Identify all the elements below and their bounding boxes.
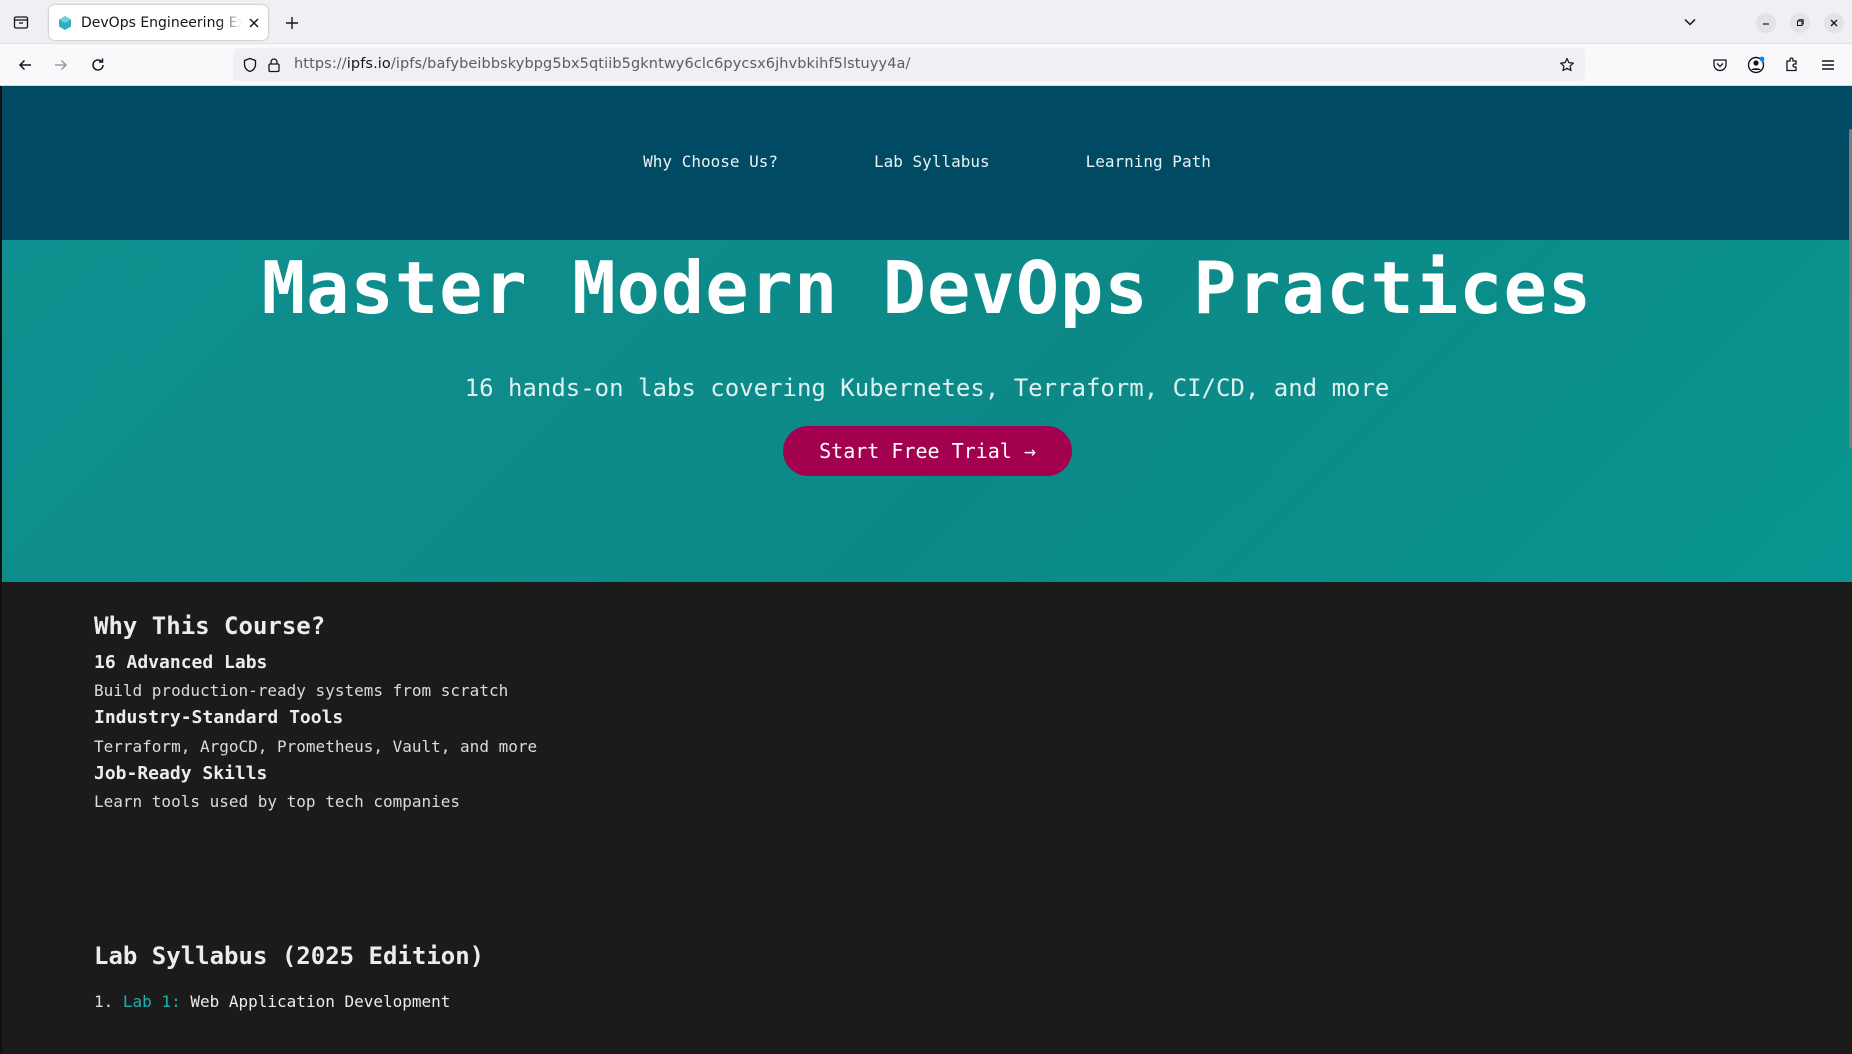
feature-description: Terraform, ArgoCD, Prometheus, Vault, an… xyxy=(94,737,538,756)
close-window-icon[interactable] xyxy=(1824,13,1844,33)
pocket-icon[interactable] xyxy=(1709,54,1731,76)
hero-subtitle: 16 hands-on labs covering Kubernetes, Te… xyxy=(464,374,1390,402)
nav-link-lab-syllabus[interactable]: Lab Syllabus xyxy=(874,152,990,171)
chevron-down-icon[interactable] xyxy=(1680,12,1700,32)
tab-title: DevOps Engineering Expert Program xyxy=(81,14,242,31)
nav-link-why-choose-us[interactable]: Why Choose Us? xyxy=(643,152,778,171)
url-text[interactable]: https://ipfs.io/ipfs/bafybeibbskybpg5bx5… xyxy=(294,56,911,72)
back-icon[interactable] xyxy=(14,54,36,76)
feature-description: Build production-ready systems from scra… xyxy=(94,681,509,700)
url-scheme: https:// xyxy=(294,56,347,72)
lock-icon[interactable] xyxy=(265,56,283,74)
minimize-icon[interactable] xyxy=(1756,13,1776,33)
hero-title: Master Modern DevOps Practices xyxy=(261,246,1593,330)
lab-link[interactable]: Lab 1: xyxy=(123,992,181,1011)
restore-icon[interactable] xyxy=(1790,13,1810,33)
feature-title: Job-Ready Skills xyxy=(94,763,268,784)
page-viewport: Why Choose Us? Lab Syllabus Learning Pat… xyxy=(0,86,1852,1054)
syllabus-section-title: Lab Syllabus (2025 Edition) xyxy=(94,942,485,970)
nav-link-learning-path[interactable]: Learning Path xyxy=(1086,152,1211,171)
start-free-trial-button[interactable]: Start Free Trial → xyxy=(783,426,1072,476)
site-navigation: Why Choose Us? Lab Syllabus Learning Pat… xyxy=(2,86,1852,240)
close-icon[interactable] xyxy=(246,15,262,31)
account-icon[interactable] xyxy=(1745,54,1767,76)
syllabus-list: 1. Lab 1: Web Application Development xyxy=(94,992,450,1011)
feature-title: Industry-Standard Tools xyxy=(94,707,344,728)
url-bar[interactable]: https://ipfs.io/ipfs/bafybeibbskybpg5bx5… xyxy=(233,48,1585,81)
list-item-number: 1. xyxy=(94,992,114,1011)
shield-icon[interactable] xyxy=(241,56,259,74)
navigation-toolbar: https://ipfs.io/ipfs/bafybeibbskybpg5bx5… xyxy=(0,44,1852,86)
bookmark-star-icon[interactable] xyxy=(1558,56,1576,74)
url-host: ipfs.io xyxy=(346,56,391,72)
hexagon-icon xyxy=(57,15,73,31)
url-path: /ipfs/bafybeibbskybpg5bx5qtiib5gkntwy6cl… xyxy=(390,56,911,72)
reload-icon[interactable] xyxy=(87,54,109,76)
menu-icon[interactable] xyxy=(1817,54,1839,76)
scrollbar[interactable] xyxy=(1848,86,1852,1054)
forward-icon[interactable] xyxy=(50,54,72,76)
tab-list-icon[interactable] xyxy=(10,11,32,33)
tab-bar: DevOps Engineering Expert Program xyxy=(0,0,1852,44)
list-item: 1. Lab 1: Web Application Development xyxy=(94,992,450,1011)
feature-description: Learn tools used by top tech companies xyxy=(94,792,461,811)
new-tab-icon[interactable] xyxy=(282,13,302,33)
feature-title: 16 Advanced Labs xyxy=(94,652,268,673)
browser-tab[interactable]: DevOps Engineering Expert Program xyxy=(49,5,268,40)
lab-name: Web Application Development xyxy=(190,992,451,1011)
why-section-title: Why This Course? xyxy=(94,612,326,640)
hero-section: Master Modern DevOps Practices 16 hands-… xyxy=(2,240,1852,582)
extensions-icon[interactable] xyxy=(1781,54,1803,76)
